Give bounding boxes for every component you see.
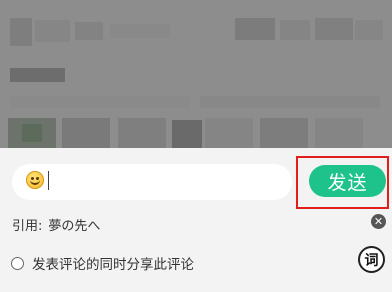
- quote-text: 夢の先へ: [48, 218, 101, 234]
- quote-label: 引用:: [12, 218, 43, 234]
- share-label: 发表评论的同时分享此评论: [32, 257, 194, 273]
- quote-row: 引用: 夢の先へ: [12, 214, 100, 234]
- text-cursor: [48, 171, 49, 190]
- comment-panel: 发送 引用: 夢の先へ ✕ 发表评论的同时分享此评论 词: [0, 148, 392, 292]
- share-radio[interactable]: [11, 256, 24, 270]
- send-button[interactable]: 发送: [309, 165, 386, 197]
- comment-input-content: [12, 164, 292, 200]
- share-option[interactable]: 发表评论的同时分享此评论: [11, 252, 194, 274]
- blurred-feed-background: [0, 0, 392, 148]
- dictionary-button[interactable]: 词: [358, 246, 385, 273]
- clear-quote-icon[interactable]: ✕: [371, 214, 386, 229]
- smile-emoji-icon[interactable]: [26, 171, 44, 189]
